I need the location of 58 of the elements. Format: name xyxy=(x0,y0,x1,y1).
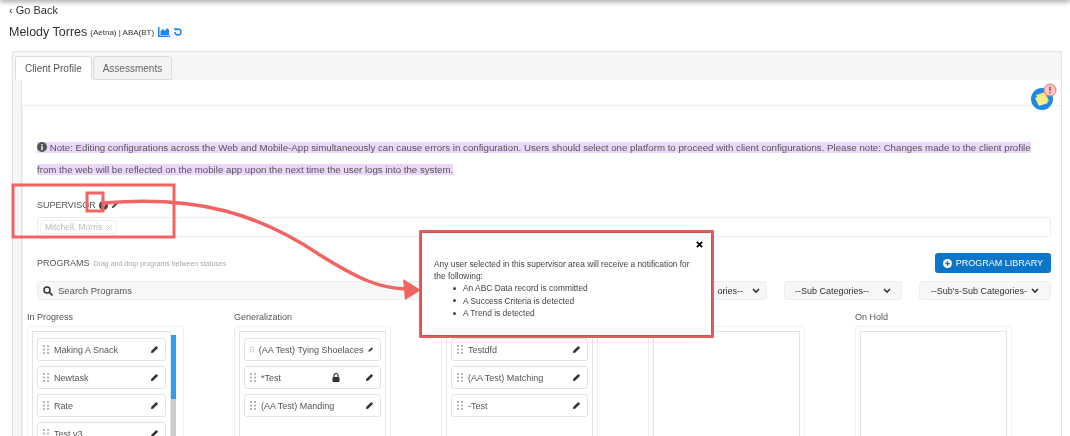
chevron-icon xyxy=(752,287,760,294)
popover-text: Any user selected in this supervisor area will receive a notification for the following: xyxy=(434,258,691,282)
program-item[interactable]: Newtask xyxy=(37,366,166,389)
popover-bullet: An ABC Data record is committed xyxy=(453,282,588,295)
tab[interactable]: Assessments xyxy=(92,56,173,80)
pencil-icon[interactable] xyxy=(368,345,374,354)
pencil-icon[interactable] xyxy=(150,429,159,436)
column-title: On Hold xyxy=(855,312,889,322)
refresh-icon[interactable] xyxy=(173,27,184,37)
chevron-icon xyxy=(1031,287,1040,294)
client-meta: (Aetna) | ABA(BT) xyxy=(90,27,155,37)
pencil-icon[interactable] xyxy=(150,401,159,410)
drag-handle-icon xyxy=(43,401,49,410)
pencil-icon[interactable] xyxy=(150,345,159,354)
drag-handle-icon xyxy=(43,373,49,382)
close-icon[interactable] xyxy=(696,241,703,248)
notes-alert-icon[interactable] xyxy=(1029,83,1057,111)
pencil-icon[interactable] xyxy=(150,373,159,382)
program-item[interactable]: Test v3 xyxy=(37,422,166,436)
program-item[interactable]: Rate xyxy=(37,394,166,417)
chevron-icon xyxy=(883,287,891,294)
column-title: Generalization xyxy=(234,312,293,322)
program-item[interactable]: *Test xyxy=(244,366,381,389)
pencil-icon[interactable] xyxy=(365,401,374,410)
program-item[interactable]: (AA Test) Manding xyxy=(244,394,381,417)
program-item[interactable]: (AA Test) Tying Shoelaces xyxy=(244,338,381,361)
info-icon xyxy=(37,142,47,152)
pencil-icon[interactable] xyxy=(572,345,581,354)
program-library-button[interactable]: PROGRAM LIBRARY xyxy=(934,253,1051,273)
program-item[interactable]: Testdfd xyxy=(451,338,588,361)
configuration-note: Note: Editing configurations across the Web and Mobile-App simultaneously can cause errors in configuration. Users should select one platform to proceed with client configurations. Please note: Changes made to the client profile from the web will be reflected on the mobile app upon the next time the user logs into the system. xyxy=(37,141,1032,177)
program-item[interactable]: Making A Snack xyxy=(37,338,166,361)
popover-bullet: A Trend is detected xyxy=(453,307,535,320)
help-icon[interactable] xyxy=(98,200,108,210)
drag-handle-icon xyxy=(457,345,463,354)
chart-icon[interactable] xyxy=(158,27,171,37)
drag-handle-icon xyxy=(250,373,256,382)
plus-icon xyxy=(942,258,952,268)
drag-handle-icon xyxy=(43,429,49,436)
tab[interactable]: Client Profile xyxy=(15,56,92,80)
client-name: Melody Torres xyxy=(9,25,88,39)
search-icon xyxy=(43,286,53,296)
pencil-icon[interactable] xyxy=(365,373,374,382)
pencil-icon[interactable] xyxy=(572,373,581,382)
go-back-link[interactable]: ‹ Go Back xyxy=(9,3,58,17)
drag-handle-icon xyxy=(457,401,463,410)
column-title: In Progress xyxy=(27,312,74,322)
pencil-icon[interactable] xyxy=(110,201,119,209)
program-item[interactable]: -Test xyxy=(451,394,588,417)
drag-handle-icon xyxy=(43,345,49,354)
pencil-icon[interactable] xyxy=(572,401,581,410)
scrollbar[interactable] xyxy=(171,335,176,436)
programs-label: PROGRAMS xyxy=(37,258,90,268)
program-item[interactable]: (AA Test) Matching xyxy=(451,366,588,389)
category-dropdown[interactable]: --Sub Categories-- xyxy=(784,281,902,300)
drag-handle-icon xyxy=(457,373,463,382)
category-dropdown[interactable]: --Sub's-Sub Categories- xyxy=(919,281,1051,300)
drag-handle-icon xyxy=(250,401,256,410)
